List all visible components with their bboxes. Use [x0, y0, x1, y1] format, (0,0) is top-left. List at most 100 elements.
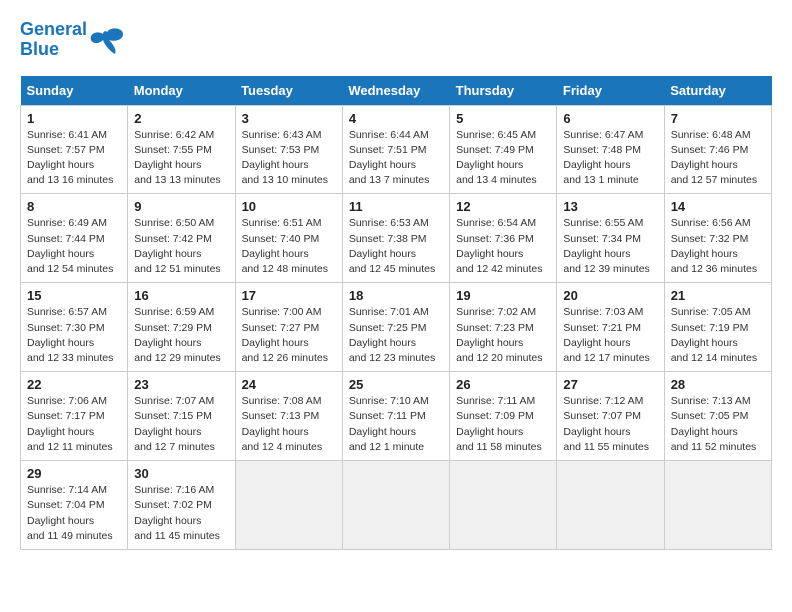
calendar-cell	[450, 461, 557, 550]
calendar-cell: 19 Sunrise: 7:02 AM Sunset: 7:23 PM Dayl…	[450, 283, 557, 372]
logo-bird-icon	[89, 24, 125, 56]
day-number: 1	[27, 111, 121, 126]
day-info: Sunrise: 6:49 AM Sunset: 7:44 PM Dayligh…	[27, 216, 121, 277]
day-number: 24	[242, 377, 336, 392]
day-number: 26	[456, 377, 550, 392]
day-info: Sunrise: 7:14 AM Sunset: 7:04 PM Dayligh…	[27, 483, 121, 544]
calendar-cell: 7 Sunrise: 6:48 AM Sunset: 7:46 PM Dayli…	[664, 105, 771, 194]
calendar-cell: 12 Sunrise: 6:54 AM Sunset: 7:36 PM Dayl…	[450, 194, 557, 283]
day-info: Sunrise: 6:41 AM Sunset: 7:57 PM Dayligh…	[27, 128, 121, 189]
day-info: Sunrise: 7:16 AM Sunset: 7:02 PM Dayligh…	[134, 483, 228, 544]
calendar-cell: 11 Sunrise: 6:53 AM Sunset: 7:38 PM Dayl…	[342, 194, 449, 283]
calendar-week-2: 8 Sunrise: 6:49 AM Sunset: 7:44 PM Dayli…	[21, 194, 772, 283]
calendar-cell: 9 Sunrise: 6:50 AM Sunset: 7:42 PM Dayli…	[128, 194, 235, 283]
day-number: 14	[671, 199, 765, 214]
day-info: Sunrise: 7:02 AM Sunset: 7:23 PM Dayligh…	[456, 305, 550, 366]
day-info: Sunrise: 7:01 AM Sunset: 7:25 PM Dayligh…	[349, 305, 443, 366]
day-number: 5	[456, 111, 550, 126]
calendar-cell: 25 Sunrise: 7:10 AM Sunset: 7:11 PM Dayl…	[342, 372, 449, 461]
day-info: Sunrise: 7:03 AM Sunset: 7:21 PM Dayligh…	[563, 305, 657, 366]
day-info: Sunrise: 7:07 AM Sunset: 7:15 PM Dayligh…	[134, 394, 228, 455]
calendar-cell: 3 Sunrise: 6:43 AM Sunset: 7:53 PM Dayli…	[235, 105, 342, 194]
calendar-cell	[664, 461, 771, 550]
day-number: 19	[456, 288, 550, 303]
calendar-week-1: 1 Sunrise: 6:41 AM Sunset: 7:57 PM Dayli…	[21, 105, 772, 194]
day-number: 17	[242, 288, 336, 303]
day-info: Sunrise: 6:57 AM Sunset: 7:30 PM Dayligh…	[27, 305, 121, 366]
day-number: 13	[563, 199, 657, 214]
day-number: 27	[563, 377, 657, 392]
day-number: 6	[563, 111, 657, 126]
day-info: Sunrise: 6:59 AM Sunset: 7:29 PM Dayligh…	[134, 305, 228, 366]
day-number: 22	[27, 377, 121, 392]
calendar-cell: 22 Sunrise: 7:06 AM Sunset: 7:17 PM Dayl…	[21, 372, 128, 461]
day-info: Sunrise: 6:51 AM Sunset: 7:40 PM Dayligh…	[242, 216, 336, 277]
calendar-cell: 4 Sunrise: 6:44 AM Sunset: 7:51 PM Dayli…	[342, 105, 449, 194]
calendar-cell: 23 Sunrise: 7:07 AM Sunset: 7:15 PM Dayl…	[128, 372, 235, 461]
day-info: Sunrise: 6:53 AM Sunset: 7:38 PM Dayligh…	[349, 216, 443, 277]
day-info: Sunrise: 7:10 AM Sunset: 7:11 PM Dayligh…	[349, 394, 443, 455]
calendar-week-5: 29 Sunrise: 7:14 AM Sunset: 7:04 PM Dayl…	[21, 461, 772, 550]
day-number: 28	[671, 377, 765, 392]
calendar-cell: 13 Sunrise: 6:55 AM Sunset: 7:34 PM Dayl…	[557, 194, 664, 283]
calendar-cell	[342, 461, 449, 550]
weekday-header-wednesday: Wednesday	[342, 76, 449, 106]
day-number: 12	[456, 199, 550, 214]
day-info: Sunrise: 7:11 AM Sunset: 7:09 PM Dayligh…	[456, 394, 550, 455]
day-number: 10	[242, 199, 336, 214]
day-info: Sunrise: 7:05 AM Sunset: 7:19 PM Dayligh…	[671, 305, 765, 366]
calendar-cell: 1 Sunrise: 6:41 AM Sunset: 7:57 PM Dayli…	[21, 105, 128, 194]
calendar-cell: 30 Sunrise: 7:16 AM Sunset: 7:02 PM Dayl…	[128, 461, 235, 550]
day-info: Sunrise: 7:06 AM Sunset: 7:17 PM Dayligh…	[27, 394, 121, 455]
weekday-header-thursday: Thursday	[450, 76, 557, 106]
calendar-cell: 14 Sunrise: 6:56 AM Sunset: 7:32 PM Dayl…	[664, 194, 771, 283]
calendar-cell: 2 Sunrise: 6:42 AM Sunset: 7:55 PM Dayli…	[128, 105, 235, 194]
calendar-cell: 29 Sunrise: 7:14 AM Sunset: 7:04 PM Dayl…	[21, 461, 128, 550]
calendar-cell: 16 Sunrise: 6:59 AM Sunset: 7:29 PM Dayl…	[128, 283, 235, 372]
day-info: Sunrise: 7:13 AM Sunset: 7:05 PM Dayligh…	[671, 394, 765, 455]
day-info: Sunrise: 6:48 AM Sunset: 7:46 PM Dayligh…	[671, 128, 765, 189]
day-info: Sunrise: 7:00 AM Sunset: 7:27 PM Dayligh…	[242, 305, 336, 366]
day-number: 7	[671, 111, 765, 126]
day-number: 25	[349, 377, 443, 392]
day-number: 20	[563, 288, 657, 303]
logo: GeneralBlue	[20, 20, 125, 60]
day-number: 29	[27, 466, 121, 481]
calendar-cell: 26 Sunrise: 7:11 AM Sunset: 7:09 PM Dayl…	[450, 372, 557, 461]
day-number: 21	[671, 288, 765, 303]
day-info: Sunrise: 6:45 AM Sunset: 7:49 PM Dayligh…	[456, 128, 550, 189]
calendar-cell	[235, 461, 342, 550]
day-number: 15	[27, 288, 121, 303]
day-number: 18	[349, 288, 443, 303]
day-number: 8	[27, 199, 121, 214]
weekday-header-tuesday: Tuesday	[235, 76, 342, 106]
calendar-table: SundayMondayTuesdayWednesdayThursdayFrid…	[20, 76, 772, 550]
day-info: Sunrise: 6:47 AM Sunset: 7:48 PM Dayligh…	[563, 128, 657, 189]
calendar-cell: 17 Sunrise: 7:00 AM Sunset: 7:27 PM Dayl…	[235, 283, 342, 372]
calendar-cell: 10 Sunrise: 6:51 AM Sunset: 7:40 PM Dayl…	[235, 194, 342, 283]
day-info: Sunrise: 7:12 AM Sunset: 7:07 PM Dayligh…	[563, 394, 657, 455]
calendar-cell: 27 Sunrise: 7:12 AM Sunset: 7:07 PM Dayl…	[557, 372, 664, 461]
calendar-cell: 28 Sunrise: 7:13 AM Sunset: 7:05 PM Dayl…	[664, 372, 771, 461]
day-info: Sunrise: 6:43 AM Sunset: 7:53 PM Dayligh…	[242, 128, 336, 189]
logo-text: GeneralBlue	[20, 20, 87, 60]
calendar-cell: 6 Sunrise: 6:47 AM Sunset: 7:48 PM Dayli…	[557, 105, 664, 194]
day-number: 30	[134, 466, 228, 481]
weekday-header-monday: Monday	[128, 76, 235, 106]
calendar-cell: 18 Sunrise: 7:01 AM Sunset: 7:25 PM Dayl…	[342, 283, 449, 372]
day-number: 23	[134, 377, 228, 392]
day-info: Sunrise: 6:54 AM Sunset: 7:36 PM Dayligh…	[456, 216, 550, 277]
day-number: 3	[242, 111, 336, 126]
calendar-cell: 24 Sunrise: 7:08 AM Sunset: 7:13 PM Dayl…	[235, 372, 342, 461]
weekday-header-saturday: Saturday	[664, 76, 771, 106]
calendar-cell: 8 Sunrise: 6:49 AM Sunset: 7:44 PM Dayli…	[21, 194, 128, 283]
calendar-cell: 15 Sunrise: 6:57 AM Sunset: 7:30 PM Dayl…	[21, 283, 128, 372]
day-number: 16	[134, 288, 228, 303]
weekday-header-friday: Friday	[557, 76, 664, 106]
day-number: 9	[134, 199, 228, 214]
day-number: 4	[349, 111, 443, 126]
calendar-cell	[557, 461, 664, 550]
day-info: Sunrise: 6:55 AM Sunset: 7:34 PM Dayligh…	[563, 216, 657, 277]
day-number: 11	[349, 199, 443, 214]
calendar-cell: 5 Sunrise: 6:45 AM Sunset: 7:49 PM Dayli…	[450, 105, 557, 194]
